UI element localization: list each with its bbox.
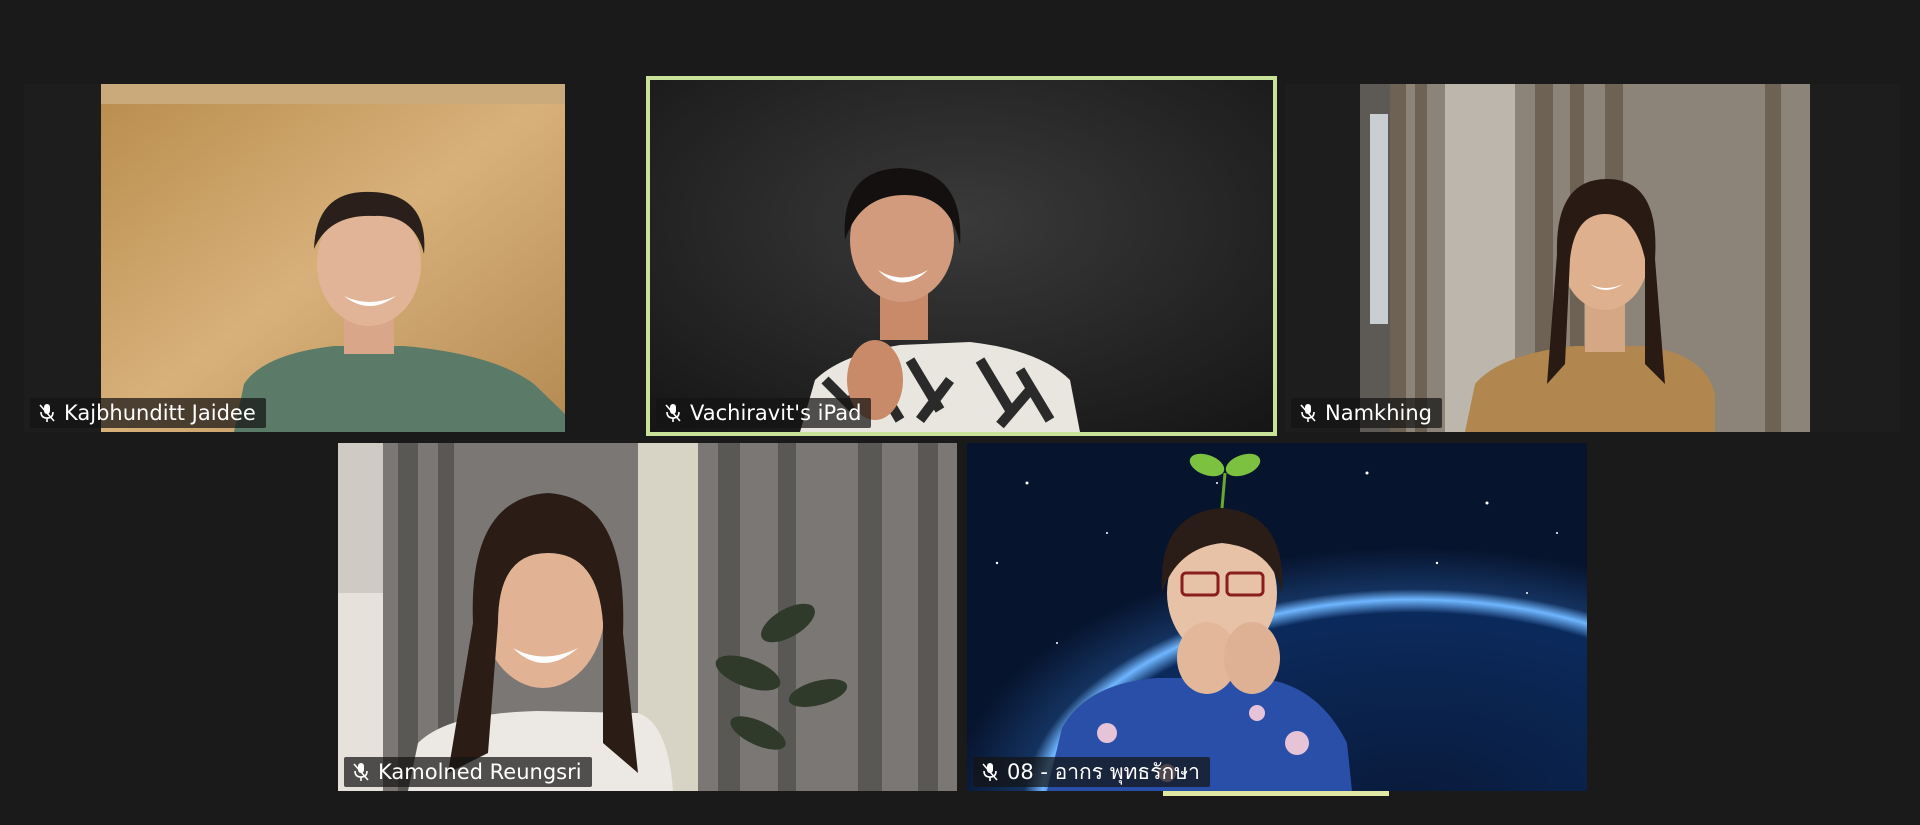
meeting-gallery-view: Kajbhunditt Jaidee Vachiravit's iPad Nam… bbox=[0, 0, 1920, 825]
video-tile-kajbhunditt[interactable]: Kajbhunditt Jaidee bbox=[24, 84, 565, 432]
video-tile-vachiravit[interactable]: Vachiravit's iPad bbox=[650, 80, 1273, 432]
participant-video bbox=[338, 443, 957, 791]
participant-name: Vachiravit's iPad bbox=[690, 401, 862, 425]
video-tile-namkhing[interactable]: Namkhing bbox=[1285, 84, 1900, 432]
muted-mic-icon bbox=[352, 761, 370, 783]
muted-mic-icon bbox=[1299, 402, 1317, 424]
video-tile-08[interactable]: 08 - อากร พุทธรักษา bbox=[967, 443, 1587, 791]
speaking-indicator-bar bbox=[1163, 791, 1389, 796]
participant-nameplate: Kamolned Reungsri bbox=[344, 757, 592, 787]
video-tile-kamolned[interactable]: Kamolned Reungsri bbox=[338, 443, 957, 791]
participant-video bbox=[650, 80, 1273, 432]
muted-mic-icon bbox=[981, 761, 999, 783]
participant-name: Kajbhunditt Jaidee bbox=[64, 401, 256, 425]
participant-nameplate: Namkhing bbox=[1291, 398, 1442, 428]
participant-nameplate: Vachiravit's iPad bbox=[656, 398, 872, 428]
participant-name: Namkhing bbox=[1325, 401, 1432, 425]
muted-mic-icon bbox=[38, 402, 56, 424]
participant-name: 08 - อากร พุทธรักษา bbox=[1007, 759, 1200, 784]
participant-name: Kamolned Reungsri bbox=[378, 760, 582, 784]
participant-nameplate: Kajbhunditt Jaidee bbox=[30, 398, 266, 428]
participant-nameplate: 08 - อากร พุทธรักษา bbox=[973, 757, 1210, 787]
participant-video bbox=[24, 84, 565, 432]
participant-video bbox=[967, 443, 1587, 791]
muted-mic-icon bbox=[664, 402, 682, 424]
participant-video bbox=[1285, 84, 1900, 432]
